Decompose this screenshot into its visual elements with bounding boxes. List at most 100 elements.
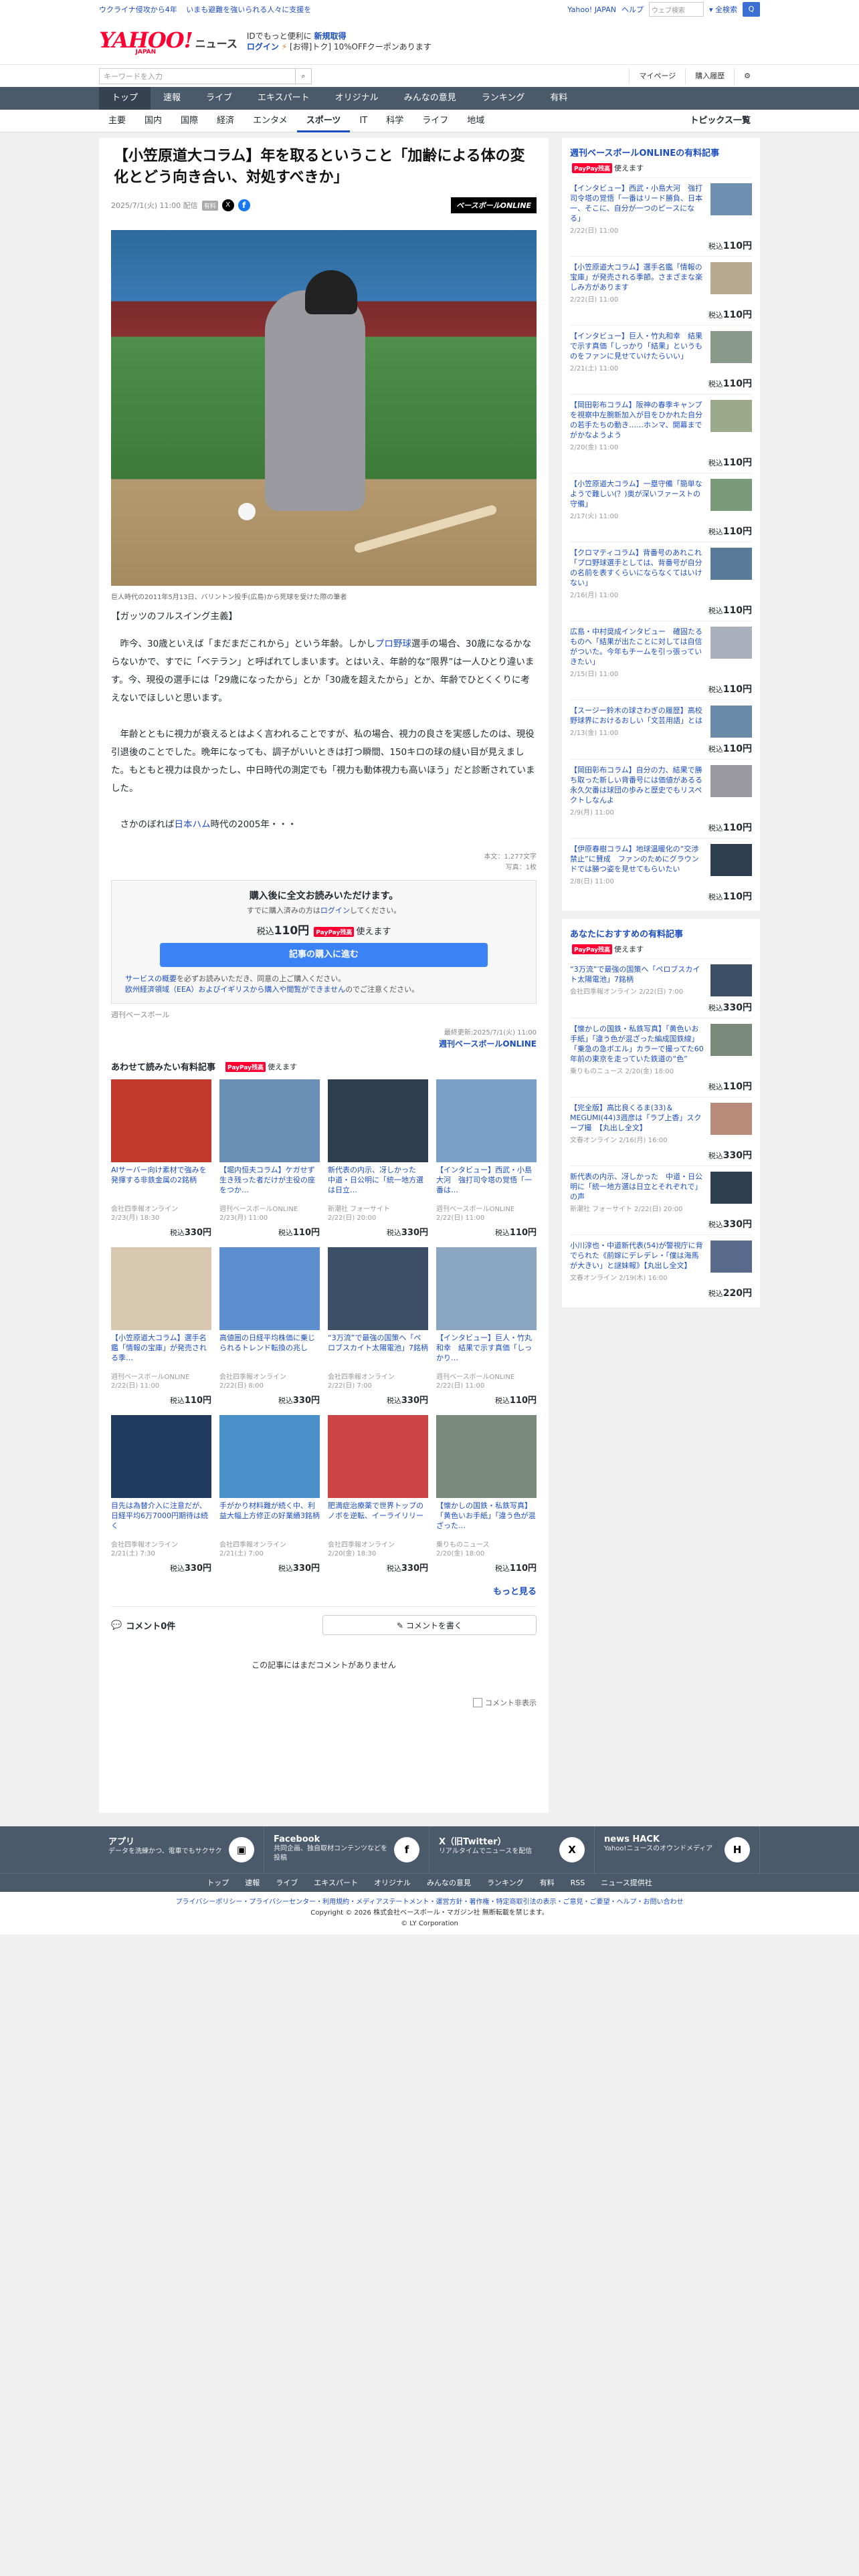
related-thumbnail[interactable] xyxy=(328,1079,428,1162)
footer-cell[interactable]: X（旧Twitter） リアルタイムでニュースを配信 X xyxy=(430,1826,595,1873)
category-tab-2[interactable]: 国際 xyxy=(171,110,207,132)
related-card[interactable]: 【インタビュー】西武・小島大河 強打司令塔の覚悟「一番は… 週刊ベースボールONL… xyxy=(436,1079,537,1238)
related-title[interactable]: 新代表の内示、冴しかった 中道・日公明に「統一地方選は日立… xyxy=(328,1165,428,1205)
sidebar-item-title[interactable]: 【小笠原道大コラム】一塁守備「簡単なようで難しい(？)奥が深いファーストの守備」 xyxy=(570,479,705,509)
sidebar-item[interactable]: 【インタビュー】巨人・竹丸和幸 結果で示す真価「しっかり「結果」というものをファ… xyxy=(570,325,752,390)
footer-nav-link[interactable]: ニュース提供社 xyxy=(601,1874,652,1893)
related-card[interactable]: 【懐かしの国鉄・私鉄写真】「黄色いお手紙」「違う色が混ざった… 乗りものニュース 2… xyxy=(436,1415,537,1574)
hide-comments-checkbox[interactable] xyxy=(473,1698,482,1707)
related-title[interactable]: 高値圏の日経平均株価に乗じられるトレンド転換の兆し xyxy=(219,1333,320,1373)
category-tab-1[interactable]: 国内 xyxy=(135,110,171,132)
paywall-login-link[interactable]: ログイン xyxy=(320,906,350,915)
footer-nav-link[interactable]: トップ xyxy=(207,1874,229,1893)
category-tab-3[interactable]: 経済 xyxy=(207,110,244,132)
category-tab-7[interactable]: 科学 xyxy=(377,110,413,132)
sidebar-item-title[interactable]: 【スージー鈴木の球さわぎの履歴】高校野球界におけるおしい「文芸用語」とは xyxy=(570,706,705,726)
topbar-link-2[interactable]: いまも避難を強いられる人々に支援を xyxy=(186,5,311,14)
sidebar-item[interactable]: 【スージー鈴木の球さわぎの履歴】高校野球界におけるおしい「文芸用語」とは 2/13… xyxy=(570,700,752,755)
sidebar-item-title[interactable]: 【岡田彰布コラム】自分の力、結果で勝ち取った新しい背番号には価値があるる 永久欠… xyxy=(570,765,710,805)
coupon-text[interactable]: [お得]トク] 10%OFFクーポンあります xyxy=(290,42,432,51)
related-title[interactable]: 肥満症治療薬で世界トップのノボを逆転、イーライリリー xyxy=(328,1501,428,1541)
related-card[interactable]: 【堀内恒夫コラム】ケガせず生き残った者だけが主役の座をつか… 週刊ベースボールON… xyxy=(219,1079,320,1238)
footer-nav-link[interactable]: ライブ xyxy=(276,1874,298,1893)
related-title[interactable]: 【堀内恒夫コラム】ケガせず生き残った者だけが主役の座をつか… xyxy=(219,1165,320,1205)
sidebar-item-title[interactable]: 【懐かしの国鉄・私鉄写真】「黄色いお手紙」「違う色が混ざった編成国鉄線」「乗急の… xyxy=(570,1024,705,1064)
sidebar-item[interactable]: 新代表の内示、冴しかった 中道・日公明に「統一地方選は日立とそれぞれで」の声 新潮… xyxy=(570,1166,752,1230)
write-comment-button[interactable]: ✎ コメントを書く xyxy=(322,1615,537,1635)
related-card[interactable]: 【インタビュー】巨人・竹丸和幸 結果で示す真価「しっかり… 週刊ベースボールONL… xyxy=(436,1247,537,1406)
sidebar-item[interactable]: 【インタビュー】西武・小島大河 強打司令塔の覚悟「一番はリード勝負、日本一、そこ… xyxy=(570,177,752,252)
related-card[interactable]: 新代表の内示、冴しかった 中道・日公明に「統一地方選は日立… 新潮社 フォーサイト… xyxy=(328,1079,428,1238)
related-thumbnail[interactable] xyxy=(111,1079,211,1162)
footer-nav-link[interactable]: 有料 xyxy=(540,1874,555,1893)
web-search-input[interactable]: ウェブ検索 xyxy=(648,2,704,17)
web-search-button[interactable]: Q xyxy=(743,2,760,17)
pro-baseball-link[interactable]: プロ野球 xyxy=(375,639,411,649)
footer-nav-link[interactable]: ランキング xyxy=(487,1874,524,1893)
sidebar-item-title[interactable]: 【小笠原道大コラム】選手名鑑「情報の宝庫」が発売される季節。さまざまな楽しみ方が… xyxy=(570,262,705,292)
related-thumbnail[interactable] xyxy=(328,1247,428,1330)
footer-nav-link[interactable]: RSS xyxy=(571,1874,585,1893)
yahoo-news-logo[interactable]: YAHOO! JAPAN ニュース xyxy=(99,27,237,56)
sidebar-thumbnail[interactable] xyxy=(710,548,752,580)
related-title[interactable]: 目先は為替介入に注意だが、日経平均6万7000円期待は続く xyxy=(111,1501,211,1541)
sidebar-item[interactable]: 広島・中村奨成インタビュー 確固たるものへ「結果が出たことに対しては自信がついた… xyxy=(570,621,752,695)
category-tab-8[interactable]: ライフ xyxy=(413,110,458,132)
footer-nav-link[interactable]: 速報 xyxy=(245,1874,260,1893)
sidebar-item-title[interactable]: 【岡田彰布コラム】阪神の春季キャンプを視察中左腕新加入が目をひかれた自分の若手た… xyxy=(570,400,705,440)
related-card[interactable]: 目先は為替介入に注意だが、日経平均6万7000円期待は続く 会社四季報オンライン 2… xyxy=(111,1415,211,1574)
sidebar-item-title[interactable]: 新代表の内示、冴しかった 中道・日公明に「統一地方選は日立とそれぞれで」の声 xyxy=(570,1172,705,1202)
footer-cell[interactable]: news HACK Yahoo!ニュースのオウンドメディア H xyxy=(595,1826,760,1873)
category-tab-4[interactable]: エンタメ xyxy=(244,110,297,132)
x-share-icon[interactable]: X xyxy=(221,199,234,211)
related-thumbnail[interactable] xyxy=(436,1415,537,1498)
more-link[interactable]: もっと見る xyxy=(111,1584,537,1597)
nav-tab-7[interactable]: 有料 xyxy=(537,87,580,110)
related-thumbnail[interactable] xyxy=(436,1247,537,1330)
sidebar-thumbnail[interactable] xyxy=(710,331,752,363)
sidebar-item-title[interactable]: 【インタビュー】西武・小島大河 強打司令塔の覚悟「一番はリード勝負、日本一、そこ… xyxy=(570,183,705,223)
sidebar-item[interactable]: 【小笠原道大コラム】選手名鑑「情報の宝庫」が発売される季節。さまざまな楽しみ方が… xyxy=(570,256,752,321)
nav-tab-5[interactable]: みんなの意見 xyxy=(391,87,469,110)
yahoo-japan-link[interactable]: Yahoo! JAPAN xyxy=(567,5,616,14)
sidebar-thumbnail[interactable] xyxy=(710,183,752,215)
sidebar-thumbnail[interactable] xyxy=(710,844,752,876)
register-link[interactable]: 新規取得 xyxy=(314,31,346,41)
category-tab-5[interactable]: スポーツ xyxy=(296,110,351,132)
sidebar-item-title[interactable]: 【クロマティコラム】背番号のあれこれ「プロ野球選手としては、背番号が自分の名前を… xyxy=(570,548,705,588)
sidebar-thumbnail[interactable] xyxy=(710,1024,752,1056)
related-thumbnail[interactable] xyxy=(219,1415,320,1498)
related-thumbnail[interactable] xyxy=(219,1247,320,1330)
sidebar-thumbnail[interactable] xyxy=(710,706,752,738)
help-link[interactable]: ヘルプ xyxy=(622,4,644,15)
related-title[interactable]: 【懐かしの国鉄・私鉄写真】「黄色いお手紙」「違う色が混ざった… xyxy=(436,1501,537,1541)
footer-nav-link[interactable]: みんなの意見 xyxy=(427,1874,471,1893)
related-thumbnail[interactable] xyxy=(111,1415,211,1498)
related-title[interactable]: 【小笠原道大コラム】選手名鑑「情報の宝庫」が発売される季… xyxy=(111,1333,211,1373)
sidebar-item[interactable]: 【小笠原道大コラム】一塁守備「簡単なようで難しい(？)奥が深いファーストの守備」… xyxy=(570,473,752,538)
sidebar-thumbnail[interactable] xyxy=(710,1103,752,1135)
footer-cell[interactable]: アプリ データを洗練かつ、電車でもサクサク ▣ xyxy=(99,1826,264,1873)
purchase-history-link[interactable]: 購入履歴 xyxy=(685,68,734,84)
sidebar-item-title[interactable]: 広島・中村奨成インタビュー 確固たるものへ「結果が出たことに対しては自信がついた… xyxy=(570,627,705,667)
sidebar-thumbnail[interactable] xyxy=(710,627,752,659)
related-title[interactable]: “3万流”で最強の国策へ「ペロブスカイト太陽電池」7銘柄 xyxy=(328,1333,428,1373)
sidebar-item[interactable]: 【クロマティコラム】背番号のあれこれ「プロ野球選手としては、背番号が自分の名前を… xyxy=(570,542,752,617)
publisher-logo[interactable]: ベースボールONLINE xyxy=(451,197,537,213)
sidebar-thumbnail[interactable] xyxy=(710,400,752,432)
mypage-link[interactable]: マイページ xyxy=(629,68,685,84)
legal-links[interactable]: プライバシーポリシー・プライバシーセンター・利用規約・メディアステートメント・運… xyxy=(0,1897,859,1908)
nav-tab-3[interactable]: エキスパート xyxy=(245,87,322,110)
related-card[interactable]: 肥満症治療薬で世界トップのノボを逆転、イーライリリー 会社四季報オンライン 2/20… xyxy=(328,1415,428,1574)
footer-nav-link[interactable]: エキスパート xyxy=(314,1874,358,1893)
sidebar-item[interactable]: 【岡田彰布コラム】自分の力、結果で勝ち取った新しい背番号には価値があるる 永久欠… xyxy=(570,759,752,834)
article-photo[interactable] xyxy=(111,230,537,586)
sidebar-thumbnail[interactable] xyxy=(710,262,752,294)
nav-tab-4[interactable]: オリジナル xyxy=(322,87,391,110)
related-title[interactable]: AIサーバー向け素材で強みを発揮する非鉄金属の2銘柄 xyxy=(111,1165,211,1205)
category-tab-0[interactable]: 主要 xyxy=(99,110,135,132)
search-icon[interactable]: ⌕ xyxy=(295,69,311,84)
facebook-share-icon[interactable]: f xyxy=(237,199,250,211)
hide-comments-toggle[interactable]: コメント非表示 xyxy=(111,1697,537,1708)
news-search-input[interactable]: キーワードを入力 ⌕ xyxy=(99,68,312,84)
